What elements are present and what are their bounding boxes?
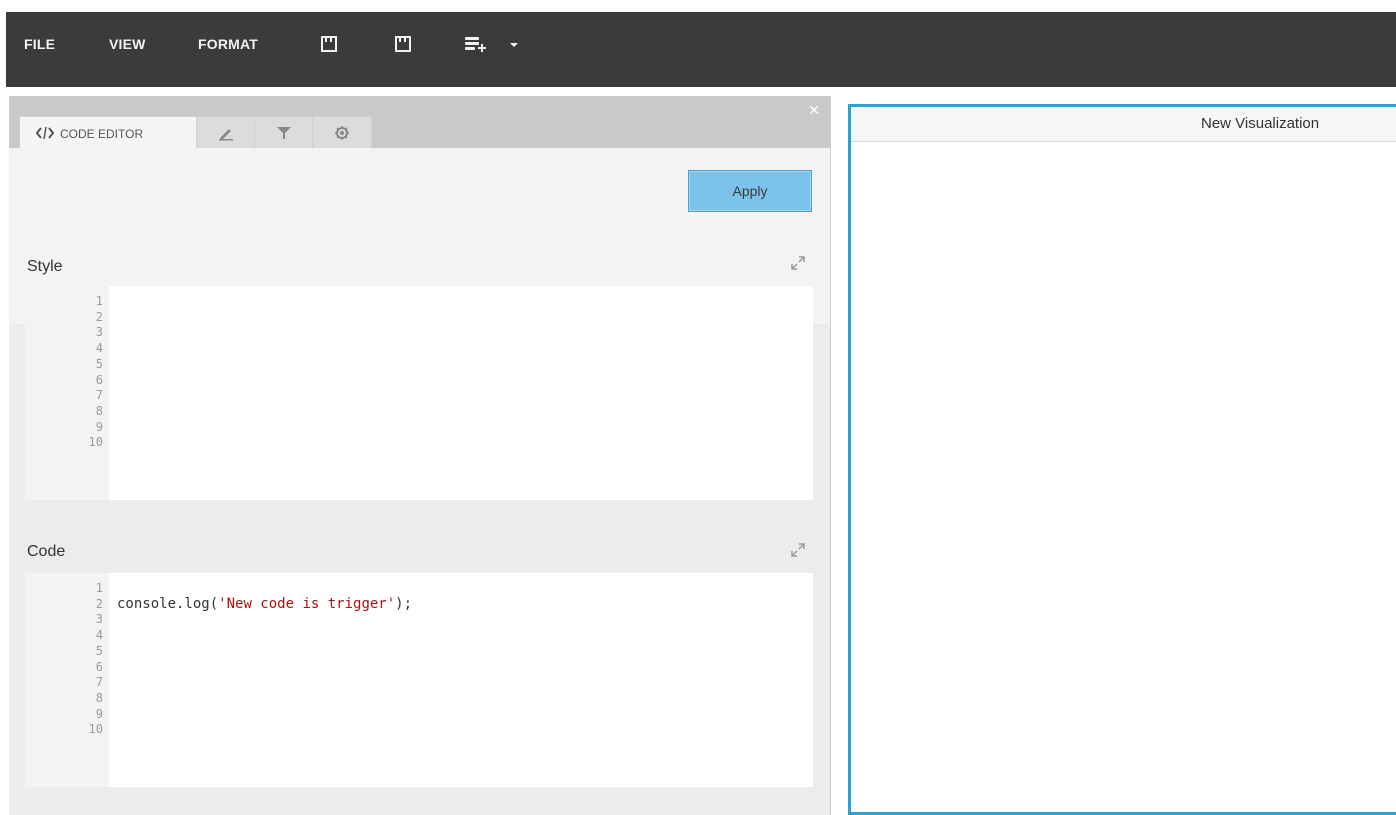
dropdown-caret-icon[interactable] <box>508 35 520 53</box>
code-gutter: 1 2 3 4 5 6 7 8 9 10 <box>25 573 109 787</box>
code-editor-panel: ✕ CODE EDITOR Apply Style 1 2 3 4 5 6 7 … <box>9 96 831 815</box>
top-strip <box>0 0 1396 12</box>
visualization-title: New Visualization <box>1201 115 1320 132</box>
add-data-source-icon[interactable] <box>464 35 490 53</box>
tab-code-editor[interactable]: CODE EDITOR <box>19 116 197 149</box>
code-content: console.log('New code is trigger'); <box>117 581 412 612</box>
panel-tabstrip: ✕ CODE EDITOR <box>9 96 830 149</box>
style-editor[interactable]: 1 2 3 4 5 6 7 8 9 10 <box>25 286 813 500</box>
apply-button[interactable]: Apply <box>688 170 812 212</box>
style-section-title: Style <box>27 258 63 275</box>
visualization-header: New Visualization <box>851 107 1396 142</box>
pencil-icon <box>219 129 233 141</box>
tab-code-editor-label: CODE EDITOR <box>60 127 144 141</box>
tab-filter[interactable] <box>254 116 314 149</box>
style-gutter: 1 2 3 4 5 6 7 8 9 10 <box>25 286 109 500</box>
save-icon[interactable] <box>320 35 338 53</box>
gear-icon <box>335 126 349 140</box>
tab-edit[interactable] <box>196 116 256 149</box>
code-line-2-prefix: console.log( <box>117 595 219 612</box>
code-line-2-string: 'New code is trigger' <box>218 595 396 612</box>
code-section-title: Code <box>27 543 66 560</box>
style-line-numbers: 1 2 3 4 5 6 7 8 9 10 <box>88 294 103 450</box>
code-editor[interactable]: 1 2 3 4 5 6 7 8 9 10 console.log('New co… <box>25 573 813 787</box>
code-icon <box>36 126 54 140</box>
menu-format[interactable]: FORMAT <box>198 36 258 52</box>
menu-file[interactable]: FILE <box>24 36 55 52</box>
menu-view[interactable]: VIEW <box>109 36 146 52</box>
visualization-panel[interactable]: New Visualization <box>848 104 1396 815</box>
style-expand-icon[interactable] <box>790 255 806 271</box>
filter-icon <box>277 127 291 139</box>
menu-bar: FILE VIEW FORMAT <box>6 12 1396 87</box>
tab-settings[interactable] <box>312 116 372 149</box>
save-as-icon[interactable] <box>394 35 412 53</box>
close-icon[interactable]: ✕ <box>808 102 820 119</box>
code-line-numbers: 1 2 3 4 5 6 7 8 9 10 <box>88 581 103 737</box>
code-expand-icon[interactable] <box>790 542 806 558</box>
code-line-2-suffix: ); <box>395 595 413 612</box>
